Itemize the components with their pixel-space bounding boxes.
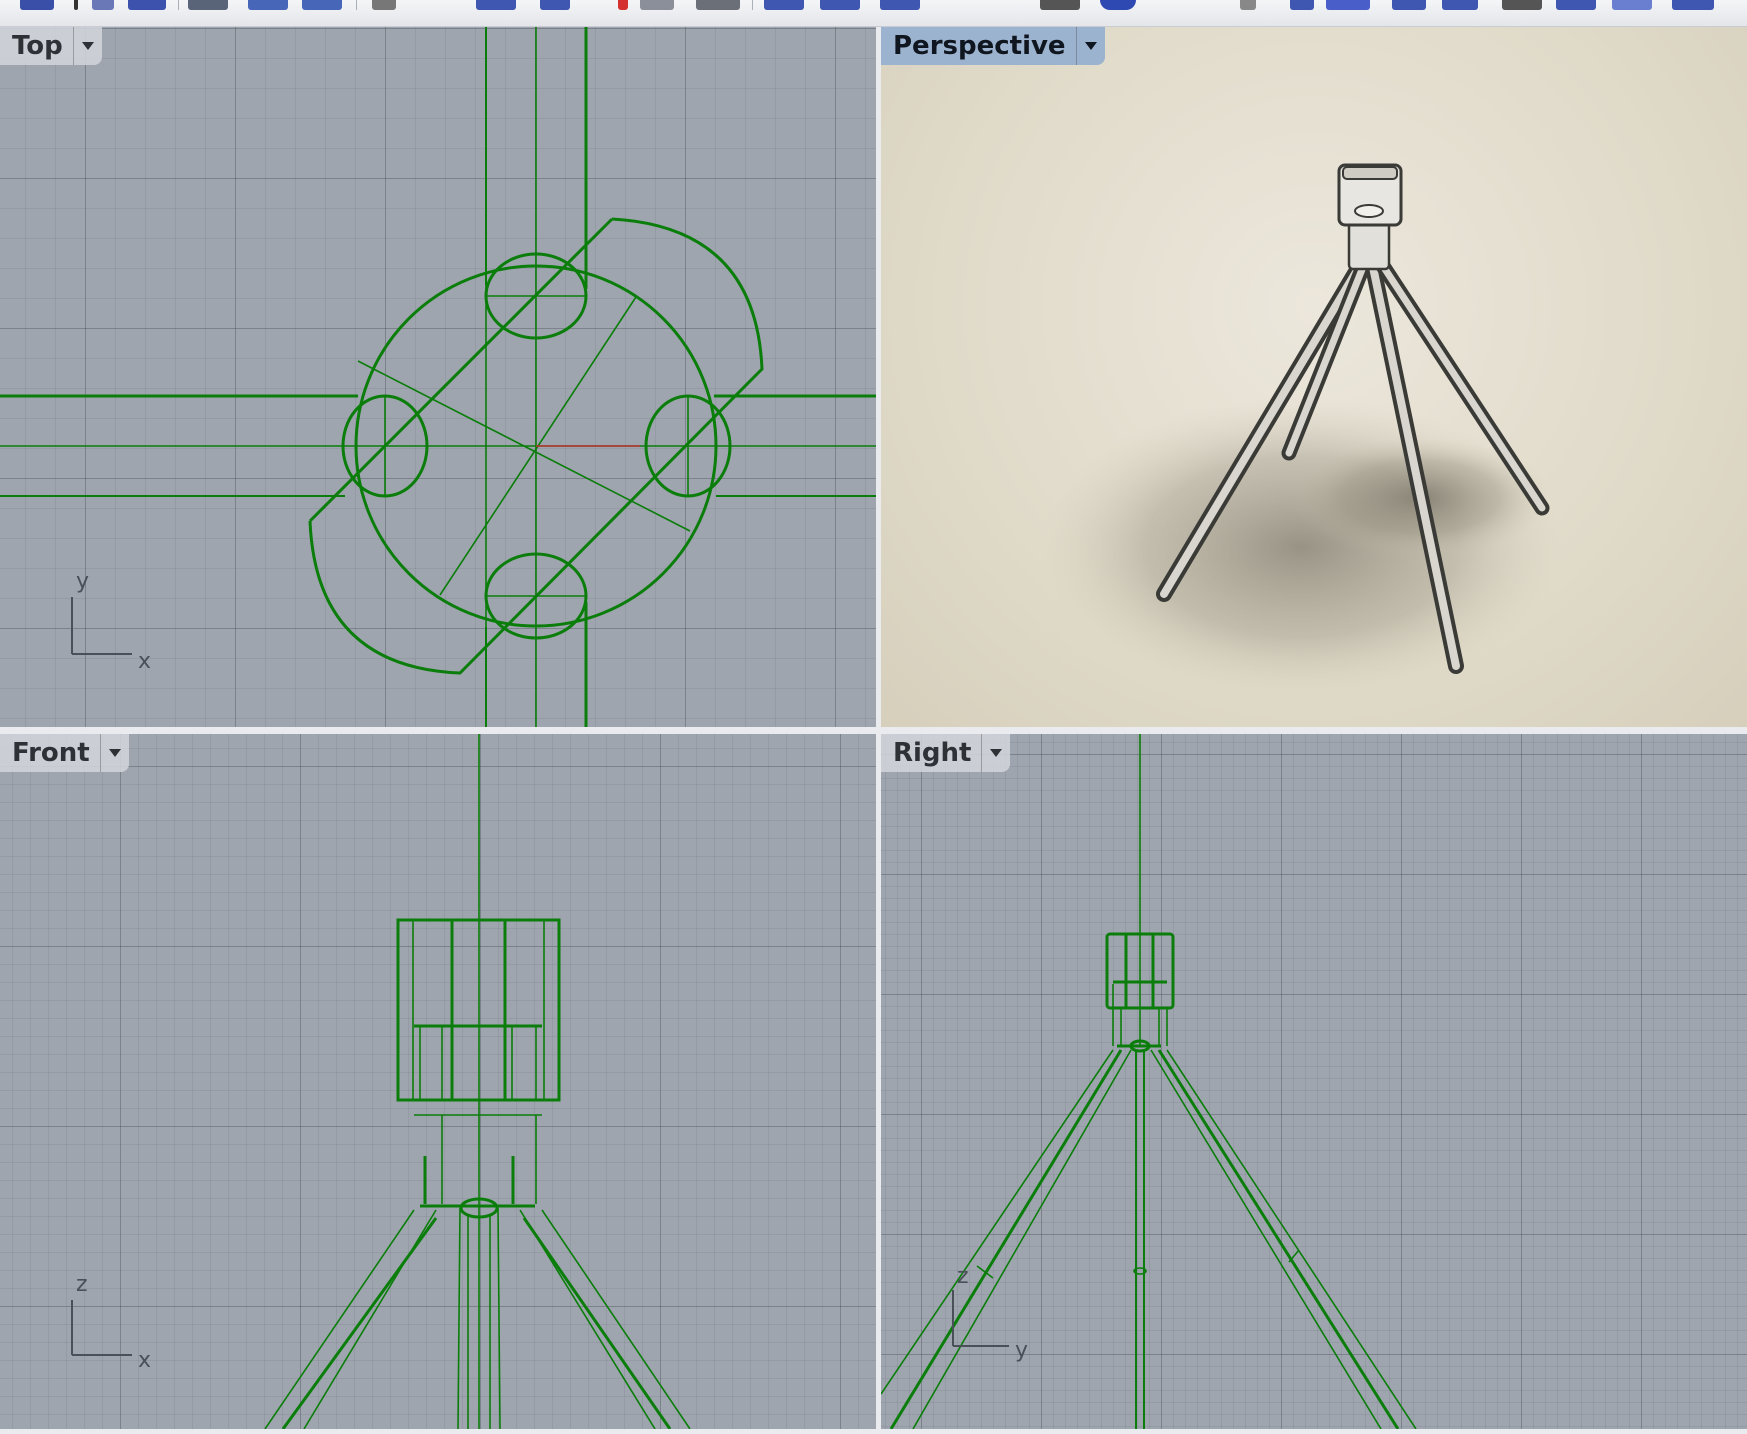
axis-label-x: x — [138, 1348, 152, 1373]
axis-icon — [952, 1290, 1009, 1347]
loft-icon[interactable] — [476, 0, 516, 10]
move-icon[interactable] — [540, 0, 570, 10]
layout-icon[interactable] — [1672, 0, 1714, 10]
layer-icon[interactable] — [20, 0, 54, 10]
axis-icon — [71, 597, 132, 655]
viewport-tab-top[interactable]: Top — [0, 27, 102, 65]
display-icon[interactable] — [880, 0, 920, 10]
axis-label-x: x — [138, 649, 152, 674]
zoom-icon[interactable] — [1392, 0, 1426, 10]
sphere-icon[interactable] — [764, 0, 804, 10]
curve-icon[interactable] — [188, 0, 228, 10]
toolbar-separator — [178, 0, 179, 10]
grid-icon[interactable] — [92, 0, 114, 10]
sphere-shaded-icon[interactable] — [1100, 0, 1136, 10]
chevron-down-icon[interactable] — [72, 27, 102, 65]
surface-icon[interactable] — [372, 0, 396, 10]
axis-label-y: y — [76, 569, 90, 594]
viewport-tab-front[interactable]: Front — [0, 734, 129, 772]
axis-label-z: z — [957, 1264, 969, 1289]
arc-icon[interactable] — [248, 0, 288, 10]
viewport-tab-right[interactable]: Right — [881, 734, 1011, 772]
viewport-title: Front — [12, 738, 90, 768]
viewport-icon[interactable] — [1290, 0, 1314, 10]
camera-icon[interactable] — [1326, 0, 1370, 10]
toolbar-separator — [356, 0, 357, 10]
pan-icon[interactable] — [1442, 0, 1478, 10]
front-viewport[interactable]: z x Front — [0, 734, 876, 1429]
dimension-icon[interactable] — [640, 0, 674, 10]
chevron-down-icon[interactable] — [1075, 27, 1105, 65]
front-wireframe — [71, 734, 691, 1429]
point-icon[interactable] — [128, 0, 166, 10]
named-view-icon[interactable] — [1556, 0, 1596, 10]
axis-label-y: y — [1015, 1338, 1029, 1363]
right-viewport[interactable]: z y Right — [881, 734, 1747, 1429]
chevron-down-icon[interactable] — [99, 734, 129, 772]
viewport-tab-perspective[interactable]: Perspective — [881, 27, 1105, 65]
rotate-icon[interactable] — [1502, 0, 1542, 10]
axis-icon — [71, 1300, 132, 1356]
viewport-title: Top — [12, 31, 63, 61]
tripod-head — [1337, 163, 1403, 271]
gumball-icon[interactable] — [618, 0, 628, 10]
viewport-title: Right — [893, 738, 972, 768]
axis-label-z: z — [76, 1272, 88, 1297]
cylinder-icon[interactable] — [302, 0, 342, 10]
toolbar-separator — [752, 0, 753, 10]
panel-icon[interactable] — [1040, 0, 1080, 10]
mesh-icon[interactable] — [696, 0, 740, 10]
grid-snap-icon[interactable] — [1240, 0, 1256, 10]
perspective-render — [1041, 163, 1561, 697]
perspective-viewport[interactable]: Perspective — [881, 27, 1747, 727]
chevron-down-icon[interactable] — [981, 734, 1010, 772]
top-wireframe — [0, 27, 876, 727]
right-wireframe — [881, 734, 1417, 1429]
select-icon[interactable] — [74, 0, 78, 10]
clipping-icon[interactable] — [1612, 0, 1652, 10]
command-toolbar — [0, 0, 1747, 27]
viewport-title: Perspective — [893, 31, 1066, 61]
top-viewport[interactable]: y x Top — [0, 27, 876, 727]
render-icon[interactable] — [820, 0, 860, 10]
